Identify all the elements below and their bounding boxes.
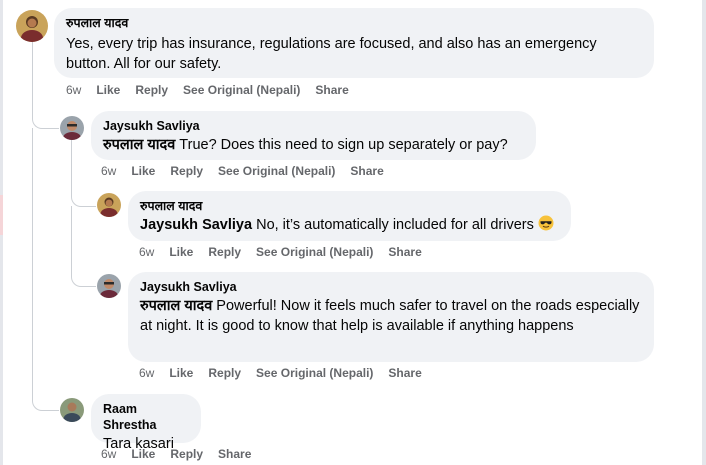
timestamp[interactable]: 6w (101, 164, 116, 178)
mention-link[interactable]: रुपलाल यादव (140, 298, 212, 314)
see-original-button[interactable]: See Original (Nepali) (256, 366, 373, 380)
timestamp[interactable]: 6w (66, 83, 81, 97)
comment-text: Yes, every trip has insurance, regulatio… (66, 34, 642, 74)
reply-button[interactable]: Reply (208, 366, 241, 380)
share-button[interactable]: Share (388, 366, 421, 380)
sunglasses-emoji-icon (538, 215, 554, 231)
avatar[interactable] (60, 398, 84, 422)
comment-actions: 6w Like Reply See Original (Nepali) Shar… (139, 366, 437, 380)
comment-author[interactable]: रुपलाल यादव (66, 15, 642, 31)
comment-bubble: Jaysukh Savliya रुपलाल यादव True? Does t… (91, 111, 536, 160)
share-button[interactable]: Share (388, 245, 421, 259)
mention-link[interactable]: Jaysukh Savliya (140, 217, 252, 233)
comment-body: Yes, every trip has insurance, regulatio… (66, 36, 597, 72)
thread-connector (71, 206, 96, 287)
comment-body: Powerful! Now it feels much safer to tra… (140, 298, 640, 334)
comment-bubble: रुपलाल यादव Jaysukh Savliya No, it’s aut… (128, 191, 571, 241)
timestamp[interactable]: 6w (139, 366, 154, 380)
share-button[interactable]: Share (350, 164, 383, 178)
reply-button[interactable]: Reply (170, 447, 203, 461)
see-original-button[interactable]: See Original (Nepali) (218, 164, 335, 178)
like-button[interactable]: Like (169, 245, 193, 259)
comment-actions: 6w Like Reply See Original (Nepali) Shar… (139, 245, 437, 259)
comment-bubble: Jaysukh Savliya रुपलाल यादव Powerful! No… (128, 272, 654, 362)
comment-bubble: रुपलाल यादव Yes, every trip has insuranc… (54, 8, 654, 78)
like-button[interactable]: Like (131, 447, 155, 461)
mention-link[interactable]: रुपलाल यादव (103, 137, 175, 153)
avatar[interactable] (60, 116, 84, 140)
avatar[interactable] (16, 10, 48, 42)
scrollbar-track[interactable] (702, 0, 706, 465)
share-button[interactable]: Share (315, 83, 348, 97)
reply-button[interactable]: Reply (135, 83, 168, 97)
comment-bubble: Raam Shrestha Tara kasari (91, 394, 201, 452)
comment-actions: 6w Like Reply See Original (Nepali) Shar… (101, 164, 399, 178)
like-button[interactable]: Like (96, 83, 120, 97)
comment-actions: 6w Like Reply Share (101, 447, 266, 461)
share-button[interactable]: Share (218, 447, 251, 461)
like-button[interactable]: Like (169, 366, 193, 380)
comment-text: रुपलाल यादव True? Does this need to sign… (103, 135, 524, 155)
like-button[interactable]: Like (131, 164, 155, 178)
reply-button[interactable]: Reply (170, 164, 203, 178)
comment-body: No, it’s automatically included for all … (252, 217, 534, 233)
comment-author[interactable]: Jaysukh Savliya (140, 279, 642, 295)
thread-connector (32, 128, 59, 411)
comment-text: Jaysukh Savliya No, it’s automatically i… (140, 215, 559, 235)
see-original-button[interactable]: See Original (Nepali) (183, 83, 300, 97)
comment-body: True? Does this need to sign up separate… (175, 137, 508, 153)
comment-author[interactable]: Jaysukh Savliya (103, 118, 524, 134)
avatar[interactable] (97, 193, 121, 217)
comment-actions: 6w Like Reply See Original (Nepali) Shar… (66, 83, 364, 97)
left-edge-highlight (0, 195, 3, 235)
see-original-button[interactable]: See Original (Nepali) (256, 245, 373, 259)
timestamp[interactable]: 6w (139, 245, 154, 259)
comment-author[interactable]: Raam Shrestha (103, 401, 189, 433)
timestamp[interactable]: 6w (101, 447, 116, 461)
comment-author[interactable]: रुपलाल यादव (140, 198, 559, 214)
comment-text: रुपलाल यादव Powerful! Now it feels much … (140, 296, 642, 336)
reply-button[interactable]: Reply (208, 245, 241, 259)
avatar[interactable] (97, 274, 121, 298)
